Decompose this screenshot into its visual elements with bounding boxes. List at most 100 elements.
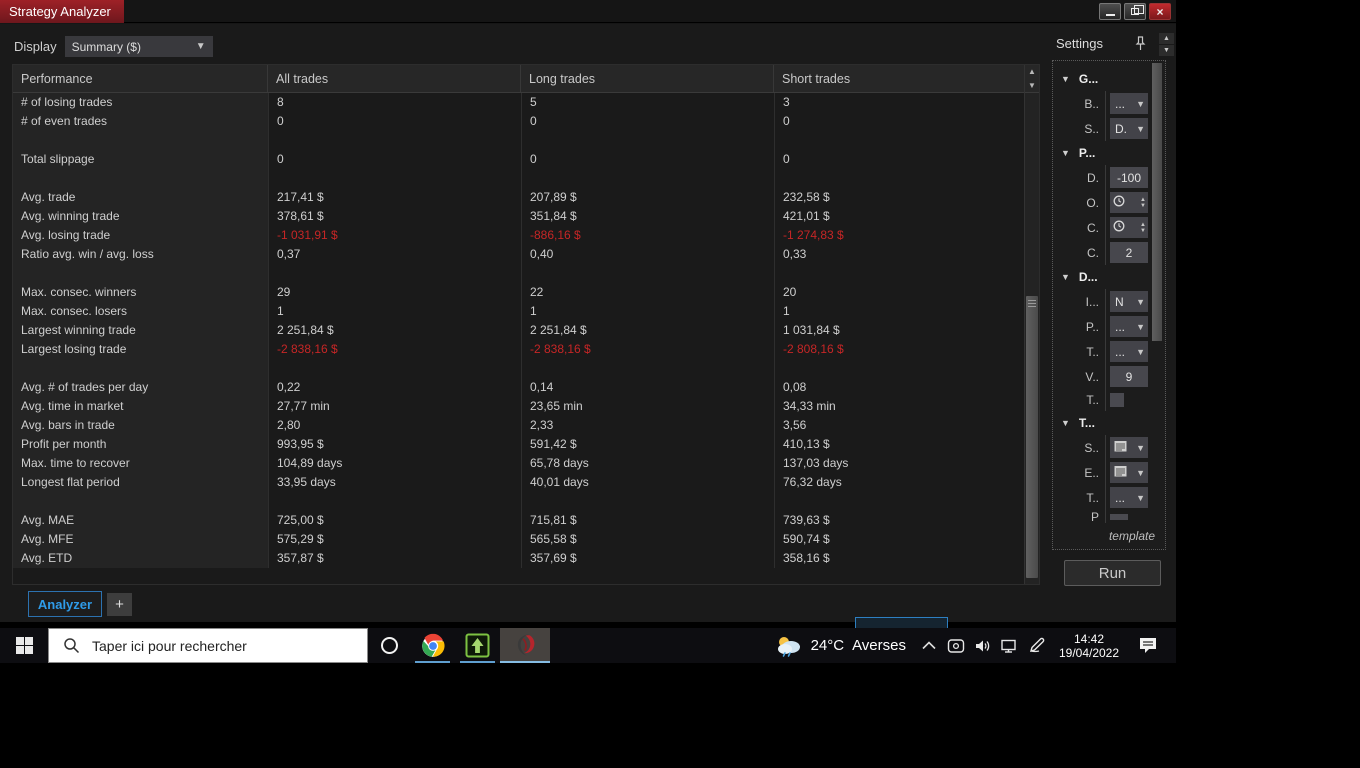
table-row[interactable]: Longest flat period 33,95 days 40,01 days 7…: [13, 473, 1039, 492]
settings-dropdown[interactable]: ... ▼: [1110, 93, 1148, 114]
table-row[interactable]: Profit per month 993,95 $591,42 $410,13 $: [13, 435, 1039, 454]
collapse-triangle-icon[interactable]: ▼: [1061, 418, 1070, 428]
taskbar-chrome-button[interactable]: [410, 628, 455, 663]
cell-short-trades: [774, 131, 1009, 150]
titlebar[interactable]: Strategy Analyzer ×: [0, 0, 1176, 23]
taskbar-ninjatrader-button[interactable]: [500, 628, 550, 663]
column-header-performance[interactable]: Performance: [13, 65, 268, 92]
row-label: Avg. time in market: [13, 397, 268, 416]
settings-group-header[interactable]: ▼ D...: [1053, 265, 1165, 289]
tray-chevron-up-icon[interactable]: [916, 641, 942, 650]
action-center-button[interactable]: [1128, 636, 1168, 655]
tray-device-icon[interactable]: [942, 628, 969, 663]
settings-dropdown[interactable]: D. ▼: [1110, 118, 1148, 139]
settings-text-input[interactable]: 2: [1110, 242, 1148, 263]
pin-icon[interactable]: [1135, 36, 1146, 56]
collapse-triangle-icon[interactable]: ▼: [1061, 74, 1070, 84]
minimize-button[interactable]: [1099, 3, 1121, 20]
cortana-button[interactable]: [368, 628, 410, 663]
settings-group-header[interactable]: ▼ P...: [1053, 141, 1165, 165]
scroll-up-icon[interactable]: ▲: [1025, 65, 1039, 79]
settings-item: T..... ▼: [1053, 485, 1165, 510]
settings-time-picker[interactable]: ▲ ▼: [1110, 217, 1148, 238]
settings-dropdown[interactable]: ... ▼: [1110, 341, 1148, 362]
table-row[interactable]: Avg. losing trade -1 031,91 $ -886,16 $ -1 …: [13, 226, 1039, 245]
cell-short-trades: 421,01 $: [774, 207, 1009, 226]
table-row[interactable]: Max. consec. losers 1 1 1: [13, 302, 1039, 321]
display-dropdown[interactable]: Summary ($) ▼: [64, 36, 213, 57]
row-label: [13, 264, 268, 283]
collapse-triangle-icon[interactable]: ▼: [1061, 148, 1070, 158]
taskbar-search-input[interactable]: Taper ici pour rechercher: [48, 628, 368, 663]
table-scrollbar[interactable]: ▲ ▼: [1024, 65, 1039, 584]
scroll-down-icon[interactable]: ▼: [1025, 79, 1039, 93]
table-row[interactable]: Avg. MAE 725,00 $715,81 $739,63 $: [13, 511, 1039, 530]
table-row[interactable]: Avg. time in market 27,77 min 23,65 min 34,…: [13, 397, 1039, 416]
settings-scrollbar-thumb[interactable]: [1152, 63, 1162, 341]
taskbar-weather-widget[interactable]: 24°C Averses: [765, 634, 916, 658]
panel-scroll-up-icon[interactable]: ▲: [1159, 33, 1174, 44]
column-header-long-trades[interactable]: Long trades: [521, 65, 774, 92]
table-row[interactable]: # of losing trades 8 5 3: [13, 93, 1039, 112]
table-row[interactable]: [13, 359, 1039, 378]
settings-text-input[interactable]: 9: [1110, 366, 1148, 387]
cell-short-trades: -1 274,83 $: [774, 226, 1009, 245]
panel-scroll-down-icon[interactable]: ▼: [1159, 45, 1174, 56]
settings-checkbox[interactable]: [1110, 393, 1124, 407]
search-icon: [64, 638, 80, 654]
table-row[interactable]: Avg. winning trade 378,61 $351,84 $421,01…: [13, 207, 1039, 226]
settings-text-input[interactable]: -100: [1110, 167, 1148, 188]
table-row[interactable]: [13, 169, 1039, 188]
restore-button[interactable]: [1124, 3, 1146, 20]
table-row[interactable]: [13, 492, 1039, 511]
table-row[interactable]: [13, 264, 1039, 283]
table-row[interactable]: Avg. trade 217,41 $207,89 $232,58 $: [13, 188, 1039, 207]
table-row[interactable]: Max. consec. winners 29 22 20: [13, 283, 1039, 302]
cell-all-trades: 357,87 $: [268, 549, 521, 568]
table-scrollbar-thumb[interactable]: [1026, 296, 1038, 578]
table-row[interactable]: Total slippage 0 0 0: [13, 150, 1039, 169]
table-row[interactable]: Avg. bars in trade 2,80 2,33 3,56: [13, 416, 1039, 435]
settings-dropdown[interactable]: ... ▼: [1110, 487, 1148, 508]
template-link[interactable]: template: [1109, 529, 1155, 543]
settings-group-header[interactable]: ▼ G...: [1053, 67, 1165, 91]
table-row[interactable]: Avg. ETD 357,87 $357,69 $358,16 $: [13, 549, 1039, 568]
settings-date-picker[interactable]: ▼: [1110, 462, 1148, 483]
table-row[interactable]: Largest winning trade 2 251,84 $2 251,84 …: [13, 321, 1039, 340]
table-row[interactable]: Largest losing trade -2 838,16 $ -2 838,16…: [13, 340, 1039, 359]
run-button[interactable]: Run: [1064, 560, 1161, 586]
spinner-arrows-icon[interactable]: ▲ ▼: [1140, 197, 1146, 209]
tray-network-icon[interactable]: [996, 628, 1023, 663]
cell-long-trades: 23,65 min: [521, 397, 774, 416]
settings-dropdown[interactable]: N ▼: [1110, 291, 1148, 312]
settings-item: T..... ▼: [1053, 339, 1165, 364]
settings-group-header[interactable]: ▼ T...: [1053, 411, 1165, 435]
column-header-short-trades[interactable]: Short trades: [774, 65, 1009, 92]
settings-panel: Settings ▲ ▼ ▼ G... B..... ▼ S.. D. ▼ ▼ P... D. -1…: [1050, 32, 1176, 588]
settings-time-picker[interactable]: ▲ ▼: [1110, 192, 1148, 213]
table-row[interactable]: Ratio avg. win / avg. loss 0,37 0,40 0,33: [13, 245, 1039, 264]
close-button[interactable]: ×: [1149, 3, 1171, 20]
table-row[interactable]: [13, 131, 1039, 150]
settings-item: E.. ▼: [1053, 460, 1165, 485]
spinner-arrows-icon[interactable]: ▲ ▼: [1140, 222, 1146, 234]
start-button[interactable]: [0, 628, 48, 663]
cell-short-trades: 0: [774, 112, 1009, 131]
cell-all-trades: 104,89 days: [268, 454, 521, 473]
table-row[interactable]: Max. time to recover 104,89 days 65,78 day…: [13, 454, 1039, 473]
tray-speaker-icon[interactable]: [969, 628, 996, 663]
settings-date-picker[interactable]: ▼: [1110, 437, 1148, 458]
background-window-edge[interactable]: [855, 617, 948, 628]
taskbar-ninjatrader-green-button[interactable]: [455, 628, 500, 663]
settings-dropdown[interactable]: ... ▼: [1110, 316, 1148, 337]
column-header-all-trades[interactable]: All trades: [268, 65, 521, 92]
taskbar-clock[interactable]: 14:42 19/04/2022: [1050, 632, 1128, 660]
table-row[interactable]: # of even trades 0 0 0: [13, 112, 1039, 131]
table-row[interactable]: Avg. # of trades per day 0,22 0,14 0,08: [13, 378, 1039, 397]
collapse-triangle-icon[interactable]: ▼: [1061, 272, 1070, 282]
cell-all-trades: 575,29 $: [268, 530, 521, 549]
tab-analyzer[interactable]: Analyzer: [28, 591, 102, 617]
add-tab-button[interactable]: +: [107, 593, 132, 616]
tray-pen-icon[interactable]: [1023, 628, 1050, 663]
table-row[interactable]: Avg. MFE 575,29 $565,58 $590,74 $: [13, 530, 1039, 549]
